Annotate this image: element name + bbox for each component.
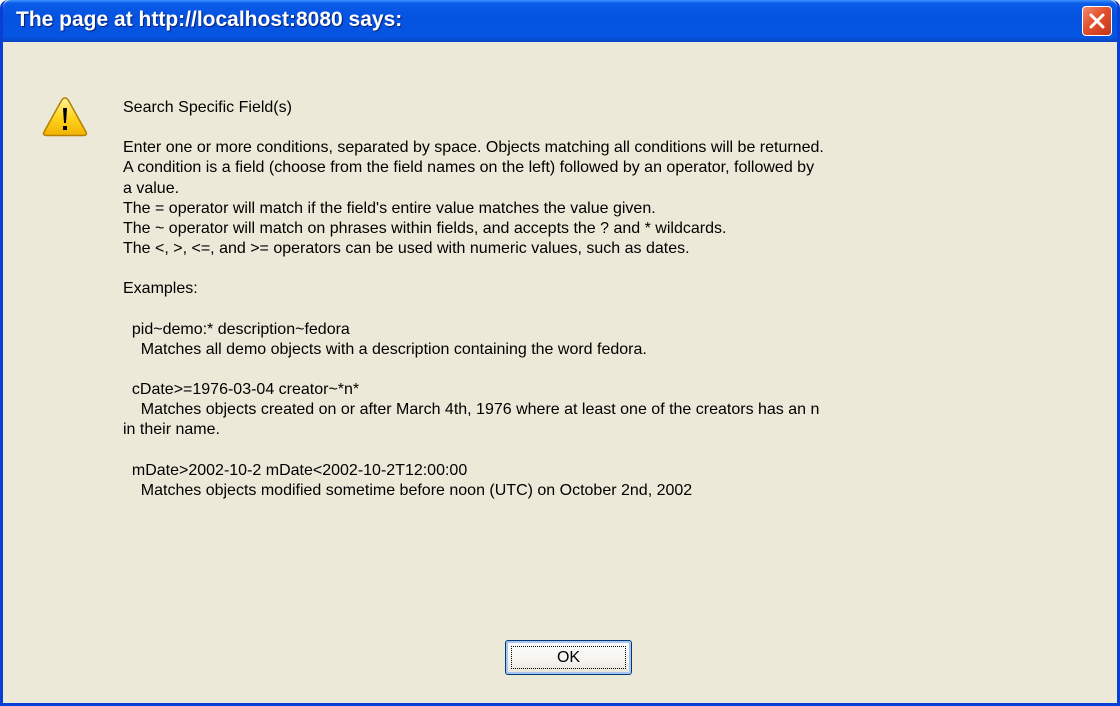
example-description: Matches objects modified sometime before… xyxy=(123,481,693,499)
example-query: pid~demo:* description~fedora xyxy=(123,320,350,338)
close-x-icon xyxy=(1089,13,1105,29)
alert-dialog: The page at http://localhost:8080 says: … xyxy=(0,0,1120,706)
intro-line: The <, >, <=, and >= operators can be us… xyxy=(123,240,690,258)
intro-line: Enter one or more conditions, separated … xyxy=(123,139,824,157)
examples-label: Examples: xyxy=(123,280,198,298)
intro-line: The = operator will match if the field's… xyxy=(123,199,656,217)
title-bar[interactable]: The page at http://localhost:8080 says: xyxy=(3,0,1117,42)
warning-triangle-icon xyxy=(42,97,88,137)
focus-ring xyxy=(511,646,626,669)
example-query: mDate>2002-10-2 mDate<2002-10-2T12:00:00 xyxy=(123,461,468,479)
message-heading: Search Specific Field(s) xyxy=(123,99,292,116)
close-button[interactable] xyxy=(1082,6,1112,36)
example-query: cDate>=1976-03-04 creator~*n* xyxy=(123,381,360,399)
ok-button[interactable]: OK xyxy=(505,640,632,675)
example-description: in their name. xyxy=(123,421,220,439)
intro-line: a value. xyxy=(123,179,180,197)
intro-line: The ~ operator will match on phrases wit… xyxy=(123,220,727,238)
example-description: Matches all demo objects with a descript… xyxy=(123,340,647,358)
intro-line: A condition is a field (choose from the … xyxy=(123,159,815,177)
dialog-title: The page at http://localhost:8080 says: xyxy=(16,8,403,31)
example-description: Matches objects created on or after Marc… xyxy=(123,401,820,419)
message-body: Search Specific Field(s) Enter one or mo… xyxy=(123,98,1093,501)
